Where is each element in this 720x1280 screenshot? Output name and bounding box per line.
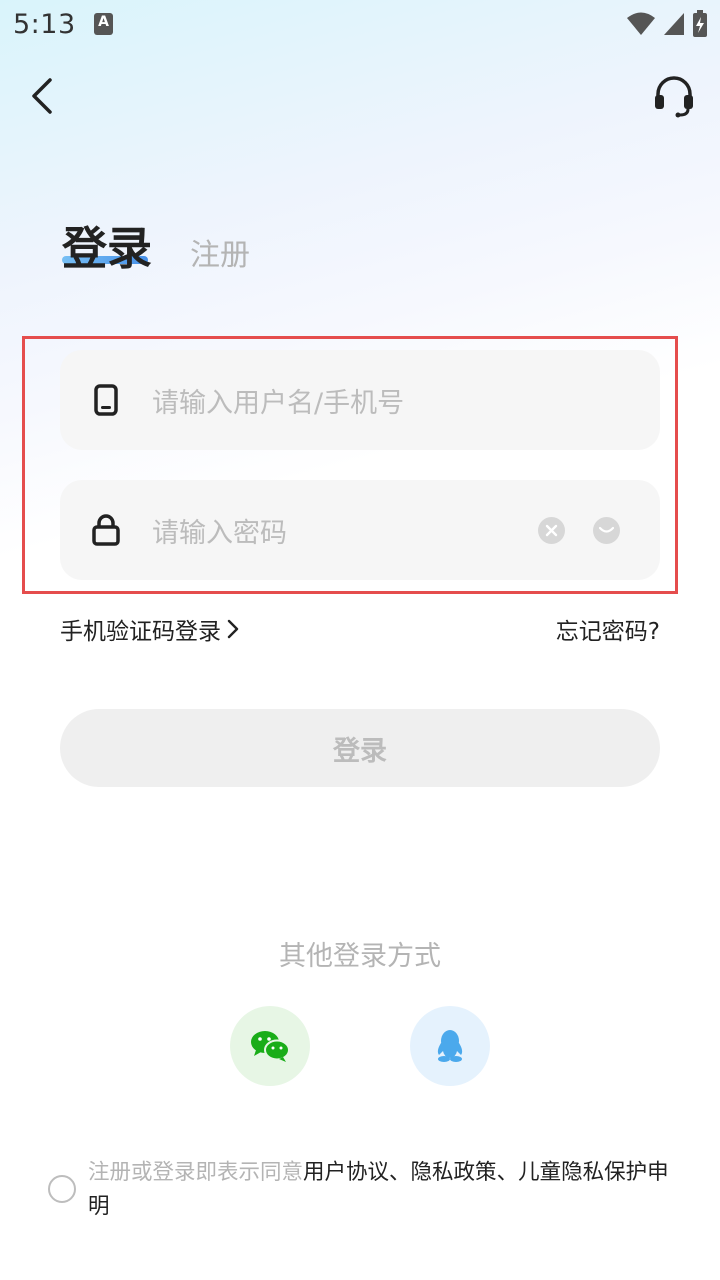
password-placeholder: 请输入密码	[152, 517, 287, 549]
agreement-checkbox[interactable]	[48, 1175, 76, 1203]
sms-login-link[interactable]: 手机验证码登录	[60, 612, 239, 646]
agreement-separator: 、	[389, 1160, 411, 1185]
chevron-right-icon	[227, 619, 239, 639]
tab-login[interactable]: 登录	[62, 212, 152, 277]
sms-login-label: 手机验证码登录	[60, 619, 221, 645]
back-button[interactable]	[18, 70, 66, 122]
qq-login-button[interactable]	[410, 1006, 490, 1086]
headset-icon	[655, 76, 693, 118]
wechat-icon	[251, 1031, 290, 1062]
wifi-icon	[627, 12, 655, 35]
eye-closed-icon[interactable]	[593, 517, 620, 544]
back-arrow-icon	[32, 78, 52, 114]
agreement-text: 注册或登录即表示同意用户协议、隐私政策、儿童隐私保护申明	[88, 1156, 688, 1224]
status-icons	[626, 10, 708, 38]
forgot-password-link[interactable]: 忘记密码?	[556, 612, 660, 646]
other-login-title: 其他登录方式	[279, 941, 441, 972]
status-time: 5:13	[13, 9, 76, 40]
customer-service-button[interactable]	[646, 70, 702, 122]
tab-register[interactable]: 注册	[190, 230, 250, 274]
clear-icon[interactable]	[538, 517, 565, 544]
privacy-policy-link[interactable]: 隐私政策	[411, 1160, 497, 1185]
username-placeholder: 请输入用户名/手机号	[152, 387, 405, 419]
notification-icon: A	[94, 13, 113, 35]
login-button[interactable]: 登录	[60, 709, 660, 787]
wechat-login-button[interactable]	[230, 1006, 310, 1086]
user-agreement-link[interactable]: 用户协议	[303, 1160, 389, 1185]
username-field[interactable]: 请输入用户名/手机号	[60, 350, 660, 450]
lock-icon	[60, 514, 152, 546]
agreement-separator: 、	[496, 1160, 519, 1185]
phone-icon	[60, 384, 152, 416]
agreement-prefix: 注册或登录即表示同意	[88, 1160, 304, 1185]
password-field[interactable]: 请输入密码	[60, 480, 660, 580]
qq-icon	[437, 1030, 463, 1062]
signal-icon	[664, 13, 684, 35]
battery-icon	[693, 10, 707, 37]
